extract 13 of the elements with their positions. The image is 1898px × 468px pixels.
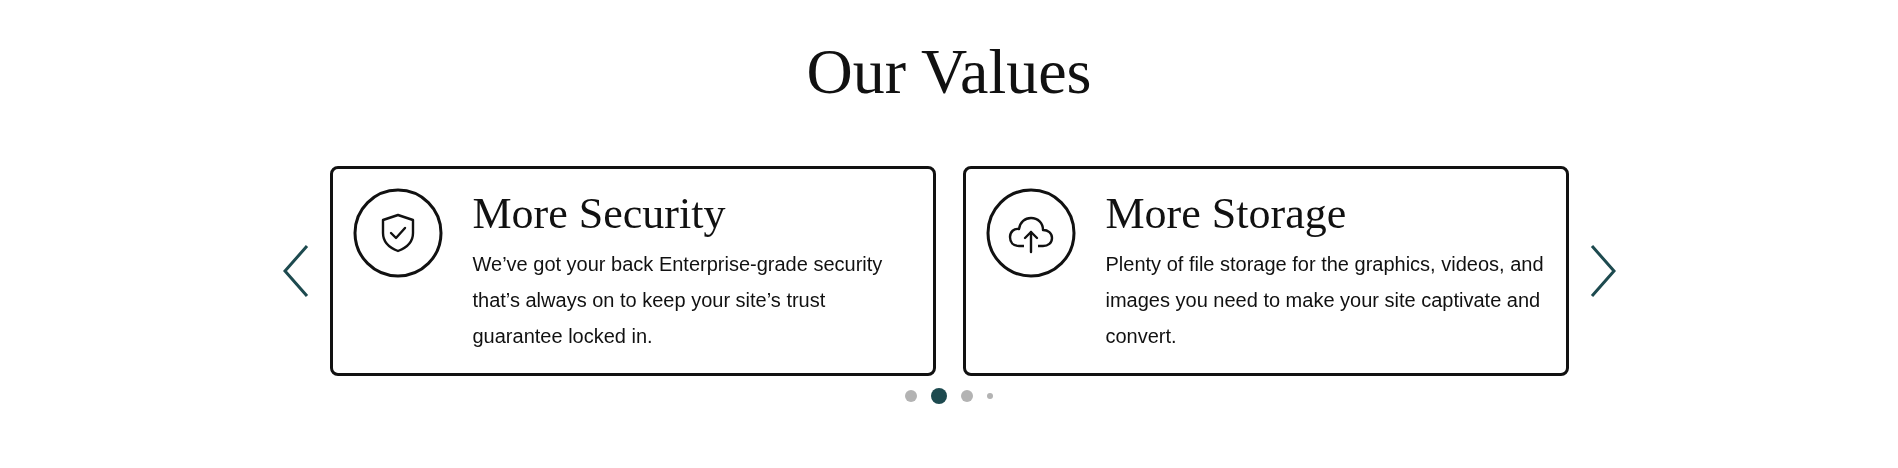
card-description: Plenty of file storage for the graphics, videos, and images you need to make your site captivate and convert. xyxy=(1105,252,1545,349)
section-title: Our Values xyxy=(806,40,1092,104)
pagination-dot[interactable] xyxy=(961,390,973,402)
pagination-dot[interactable] xyxy=(931,388,947,404)
previous-arrow-button[interactable] xyxy=(281,244,310,298)
pagination-dot[interactable] xyxy=(905,390,917,402)
pagination-dot[interactable] xyxy=(987,393,993,399)
next-arrow-button[interactable] xyxy=(1588,244,1617,298)
card-heading: More Storage xyxy=(1105,188,1348,240)
cloud-upload-icon xyxy=(985,188,1076,278)
shield-check-icon xyxy=(352,188,443,278)
card-description: We’ve got your back Enterprise-grade security that’s always on to keep your site’s trust guarantee locked in. xyxy=(472,252,884,349)
card-heading: More Security xyxy=(472,188,727,240)
